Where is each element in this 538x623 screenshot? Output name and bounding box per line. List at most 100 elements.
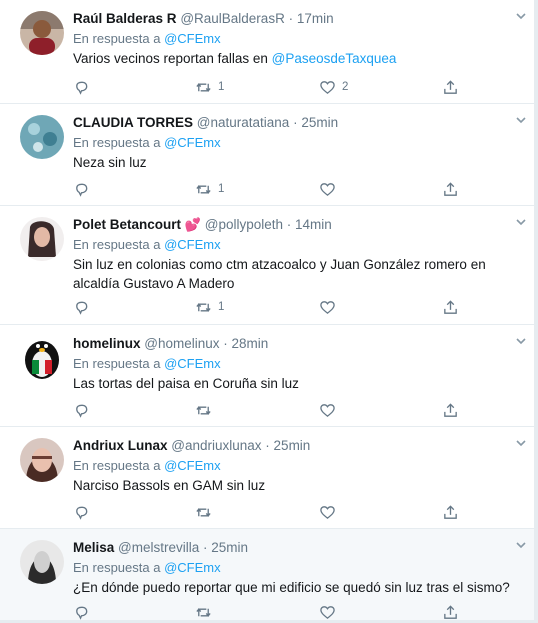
display-name[interactable]: homelinux (73, 336, 141, 351)
reply-prefix: En respuesta a (73, 458, 161, 473)
share-button[interactable] (442, 401, 459, 419)
avatar[interactable] (20, 540, 64, 584)
reply-button[interactable] (73, 503, 90, 521)
share-button[interactable] (442, 78, 459, 96)
mention-link[interactable]: @PaseosdeTaxquea (272, 51, 397, 66)
tweet[interactable]: homelinux @homelinux · 28min En respuest… (0, 325, 534, 427)
like-button[interactable] (319, 180, 342, 198)
reply-button[interactable] (73, 401, 90, 419)
tweet[interactable]: Melisa @melstrevilla · 25min En respuest… (0, 529, 534, 620)
timestamp[interactable]: 25min (301, 115, 338, 130)
like-button[interactable] (319, 603, 342, 621)
retweet-button[interactable] (195, 503, 218, 521)
reply-mention-link[interactable]: @CFEmx (164, 356, 221, 371)
separator: · (283, 217, 295, 232)
retweet-icon (196, 405, 211, 415)
reply-button[interactable] (73, 298, 90, 316)
share-icon (444, 604, 457, 619)
reply-mention-link[interactable]: @CFEmx (164, 135, 221, 150)
user-handle[interactable]: @homelinux (144, 336, 219, 351)
reply-prefix: En respuesta a (73, 135, 161, 150)
share-icon (444, 181, 457, 196)
avatar[interactable] (20, 11, 64, 55)
retweet-button[interactable]: 1 (195, 298, 224, 316)
reply-prefix: En respuesta a (73, 31, 161, 46)
reply-context: En respuesta a @CFEmx (73, 236, 526, 254)
timestamp[interactable]: 14min (295, 217, 332, 232)
share-button[interactable] (442, 503, 459, 521)
retweet-button[interactable]: 1 (195, 78, 224, 96)
user-handle[interactable]: @naturatatiana (197, 115, 290, 130)
user-handle[interactable]: @melstrevilla (118, 540, 199, 555)
timestamp[interactable]: 28min (232, 336, 269, 351)
like-icon (320, 182, 335, 196)
like-button[interactable]: 2 (319, 78, 348, 96)
reply-prefix: En respuesta a (73, 237, 161, 252)
retweet-button[interactable] (195, 603, 218, 621)
display-name[interactable]: CLAUDIA TORRES (73, 115, 193, 130)
action-bar: 1 (73, 298, 534, 318)
timestamp[interactable]: 17min (297, 11, 334, 26)
retweet-button[interactable]: 1 (195, 180, 224, 198)
like-icon (320, 605, 335, 619)
tweet[interactable]: Andriux Lunax @andriuxlunax · 25min En r… (0, 427, 534, 529)
reply-icon (76, 506, 88, 520)
action-bar (73, 503, 534, 523)
tweet[interactable]: Raúl Balderas R @RaulBalderasR · 17min E… (0, 0, 534, 104)
separator: · (199, 540, 212, 555)
like-icon (320, 300, 335, 314)
display-name[interactable]: Melisa (73, 540, 114, 555)
separator: · (261, 438, 274, 453)
tweet-text: Las tortas del paisa en Coruña sin luz (73, 376, 299, 391)
tweet-text: ¿En dónde puedo reportar que mi edificio… (73, 580, 510, 595)
reply-mention-link[interactable]: @CFEmx (164, 458, 221, 473)
retweet-button[interactable] (195, 401, 218, 419)
tweet-text: Neza sin luz (73, 155, 147, 170)
retweet-icon (196, 82, 211, 92)
avatar[interactable] (20, 115, 64, 159)
timestamp[interactable]: 25min (211, 540, 248, 555)
tweet-text: Varios vecinos reportan fallas en @Paseo… (73, 49, 526, 68)
like-count: 2 (342, 81, 349, 93)
reply-mention-link[interactable]: @CFEmx (164, 31, 221, 46)
tweet[interactable]: Polet Betancourt 💕 @pollypoleth · 14min … (0, 206, 534, 325)
share-button[interactable] (442, 180, 459, 198)
like-button[interactable] (319, 298, 342, 316)
reply-prefix: En respuesta a (73, 356, 161, 371)
tweet[interactable]: CLAUDIA TORRES @naturatatiana · 25min En… (0, 104, 534, 206)
like-icon (320, 403, 335, 417)
like-button[interactable] (319, 401, 342, 419)
reply-context: En respuesta a @CFEmx (73, 134, 526, 152)
separator: · (289, 115, 302, 130)
reply-context: En respuesta a @CFEmx (73, 355, 526, 373)
tweet-text: Sin luz en colonias como ctm atzacoalco … (73, 257, 486, 291)
retweet-icon (196, 302, 211, 312)
reply-button[interactable] (73, 603, 90, 621)
timestamp[interactable]: 25min (274, 438, 311, 453)
retweet-count: 1 (218, 183, 225, 195)
user-handle[interactable]: @pollypoleth (205, 217, 283, 232)
retweet-icon (196, 507, 211, 517)
display-name[interactable]: Raúl Balderas R (73, 11, 177, 26)
reply-button[interactable] (73, 180, 90, 198)
reply-context: En respuesta a @CFEmx (73, 457, 526, 475)
avatar[interactable] (20, 217, 64, 261)
reply-mention-link[interactable]: @CFEmx (164, 560, 221, 575)
reply-button[interactable] (73, 78, 90, 96)
retweet-count: 1 (218, 81, 225, 93)
reply-icon (76, 301, 88, 315)
display-name[interactable]: Polet Betancourt (73, 217, 181, 232)
share-button[interactable] (442, 603, 459, 621)
share-button[interactable] (442, 298, 459, 316)
avatar[interactable] (20, 438, 64, 482)
reply-icon (76, 183, 88, 197)
display-name[interactable]: Andriux Lunax (73, 438, 168, 453)
user-handle[interactable]: @andriuxlunax (171, 438, 261, 453)
avatar[interactable] (20, 336, 64, 380)
like-button[interactable] (319, 503, 342, 521)
user-handle[interactable]: @RaulBalderasR (180, 11, 285, 26)
reply-icon (76, 404, 88, 418)
tweet-text: Narciso Bassols en GAM sin luz (73, 478, 266, 493)
retweet-icon (196, 607, 211, 617)
reply-mention-link[interactable]: @CFEmx (164, 237, 221, 252)
